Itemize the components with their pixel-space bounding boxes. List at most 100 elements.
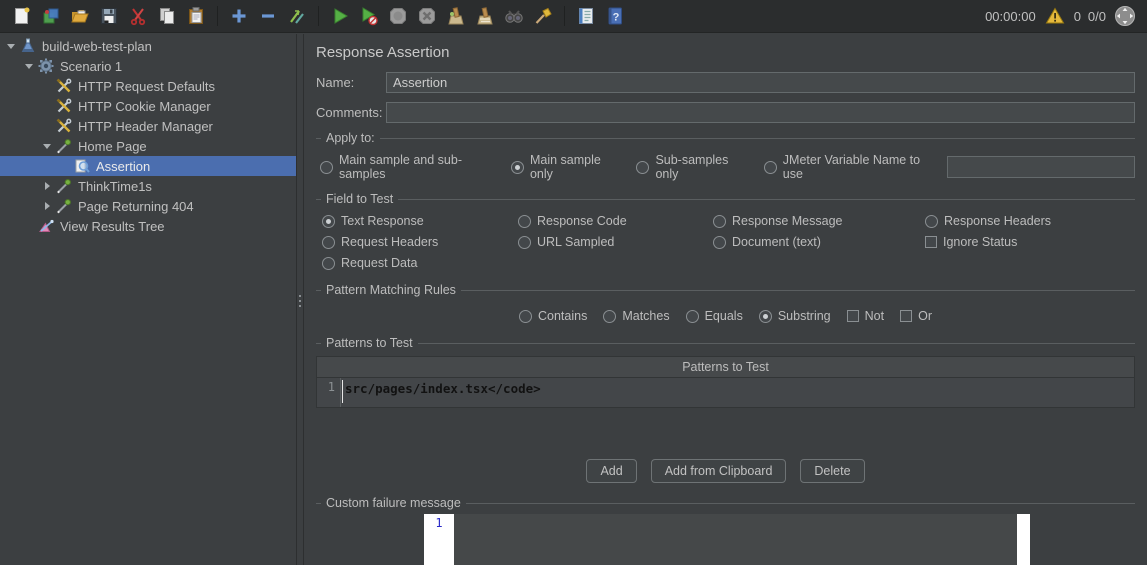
warning-icon[interactable] <box>1043 4 1067 28</box>
tree-item-page-returning-404[interactable]: Page Returning 404 <box>0 196 296 216</box>
new-icon[interactable] <box>10 4 34 28</box>
radio-substring[interactable]: Substring <box>759 309 831 323</box>
radio-main-sample-and-sub-samples[interactable]: Main sample and sub-samples <box>320 153 491 181</box>
radio-request-data[interactable]: Request Data <box>322 256 518 270</box>
expander-icon[interactable] <box>4 39 19 54</box>
remove-minus-icon[interactable] <box>256 4 280 28</box>
radio-icon[interactable] <box>636 161 649 174</box>
checkbox-or[interactable]: Or <box>900 309 932 323</box>
expander-icon[interactable] <box>40 139 55 154</box>
copy-icon[interactable] <box>155 4 179 28</box>
tree-item-http-request-defaults[interactable]: HTTP Request Defaults <box>0 76 296 96</box>
clear-icon[interactable] <box>444 4 468 28</box>
tree-item-build-web-test-plan[interactable]: build-web-test-plan <box>0 36 296 56</box>
radio-contains[interactable]: Contains <box>519 309 587 323</box>
line-number: 1 <box>424 514 454 565</box>
radio-equals[interactable]: Equals <box>686 309 743 323</box>
config-wrench-icon <box>55 97 73 115</box>
radio-response-code[interactable]: Response Code <box>518 214 713 228</box>
radio-icon[interactable] <box>603 310 616 323</box>
expander-icon[interactable] <box>22 59 37 74</box>
jmeter-variable-input[interactable] <box>947 156 1135 178</box>
search-icon[interactable] <box>502 4 526 28</box>
test-plan-tree: build-web-test-plan Scenario 1 HTTP Requ… <box>0 34 296 565</box>
radio-jmeter-variable-name[interactable]: JMeter Variable Name to use <box>764 153 927 181</box>
paste-icon[interactable] <box>184 4 208 28</box>
pattern-row-text[interactable]: src/pages/index.tsx</code> <box>343 378 541 407</box>
toggle-icon[interactable] <box>285 4 309 28</box>
pattern-matching-rules-group: Pattern Matching Rules Contains Matches … <box>316 283 1135 336</box>
radio-icon[interactable] <box>686 310 699 323</box>
checkbox-ignore-status[interactable]: Ignore Status <box>925 235 1135 249</box>
patterns-editor[interactable]: 1 src/pages/index.tsx</code> <box>316 378 1135 408</box>
custom-failure-editor[interactable]: 1 <box>424 514 1030 565</box>
expander-spacer <box>40 119 55 134</box>
field-to-test-group: Field to Test Text Response Response Cod… <box>316 192 1135 279</box>
radio-request-headers[interactable]: Request Headers <box>322 235 518 249</box>
templates-icon[interactable] <box>39 4 63 28</box>
apply-to-group: Apply to: Main sample and sub-samples Ma… <box>316 131 1135 190</box>
start-icon[interactable] <box>328 4 352 28</box>
shutdown-icon[interactable] <box>415 4 439 28</box>
tree-item-view-results-tree[interactable]: View Results Tree <box>0 216 296 236</box>
expander-icon[interactable] <box>40 199 55 214</box>
delete-button[interactable]: Delete <box>800 459 864 483</box>
add-plus-icon[interactable] <box>227 4 251 28</box>
sampler-pipette-icon <box>55 137 73 155</box>
custom-failure-text-area[interactable] <box>454 514 1017 565</box>
radio-icon[interactable] <box>511 161 524 174</box>
tree-item-http-header-manager[interactable]: HTTP Header Manager <box>0 116 296 136</box>
tree-item-assertion[interactable]: Assertion <box>0 156 296 176</box>
open-icon[interactable] <box>68 4 92 28</box>
radio-url-sampled[interactable]: URL Sampled <box>518 235 713 249</box>
sampler-pipette-icon <box>55 197 73 215</box>
radio-matches[interactable]: Matches <box>603 309 669 323</box>
comments-input[interactable] <box>386 102 1135 123</box>
radio-icon[interactable] <box>713 236 726 249</box>
radio-icon[interactable] <box>322 257 335 270</box>
checkbox-not[interactable]: Not <box>847 309 884 323</box>
radio-icon[interactable] <box>518 236 531 249</box>
radio-icon[interactable] <box>320 161 333 174</box>
add-button[interactable]: Add <box>586 459 636 483</box>
clear-search-icon[interactable] <box>531 4 555 28</box>
clear-all-icon[interactable] <box>473 4 497 28</box>
svg-text:?: ? <box>613 12 620 24</box>
radio-icon[interactable] <box>322 215 335 228</box>
page-title: Response Assertion <box>316 44 1135 61</box>
help-icon[interactable]: ? <box>603 4 627 28</box>
stop-icon[interactable] <box>386 4 410 28</box>
checkbox-icon[interactable] <box>925 236 937 248</box>
radio-icon[interactable] <box>759 310 772 323</box>
start-no-pauses-icon[interactable] <box>357 4 381 28</box>
radio-icon[interactable] <box>322 236 335 249</box>
cut-icon[interactable] <box>126 4 150 28</box>
tree-item-home-page[interactable]: Home Page <box>0 136 296 156</box>
split-divider[interactable] <box>296 34 304 565</box>
tree-item-label: HTTP Request Defaults <box>78 79 215 94</box>
radio-icon[interactable] <box>518 215 531 228</box>
divider-grip-icon[interactable] <box>299 292 302 310</box>
radio-response-message[interactable]: Response Message <box>713 214 925 228</box>
checkbox-icon[interactable] <box>847 310 859 322</box>
radio-main-sample-only[interactable]: Main sample only <box>511 153 616 181</box>
radio-icon[interactable] <box>764 161 777 174</box>
tree-item-scenario-1[interactable]: Scenario 1 <box>0 56 296 76</box>
name-input[interactable] <box>386 72 1135 93</box>
editor-scrollbar[interactable] <box>1017 514 1030 565</box>
radio-icon[interactable] <box>713 215 726 228</box>
save-icon[interactable] <box>97 4 121 28</box>
function-helper-icon[interactable] <box>574 4 598 28</box>
expander-icon[interactable] <box>40 179 55 194</box>
tree-item-thinktime1s[interactable]: ThinkTime1s <box>0 176 296 196</box>
radio-icon[interactable] <box>925 215 938 228</box>
radio-document-text[interactable]: Document (text) <box>713 235 925 249</box>
radio-icon[interactable] <box>519 310 532 323</box>
radio-sub-samples-only[interactable]: Sub-samples only <box>636 153 743 181</box>
radio-text-response[interactable]: Text Response <box>322 214 518 228</box>
tree-item-label: Page Returning 404 <box>78 199 194 214</box>
add-from-clipboard-button[interactable]: Add from Clipboard <box>651 459 787 483</box>
radio-response-headers[interactable]: Response Headers <box>925 214 1135 228</box>
checkbox-icon[interactable] <box>900 310 912 322</box>
tree-item-http-cookie-manager[interactable]: HTTP Cookie Manager <box>0 96 296 116</box>
